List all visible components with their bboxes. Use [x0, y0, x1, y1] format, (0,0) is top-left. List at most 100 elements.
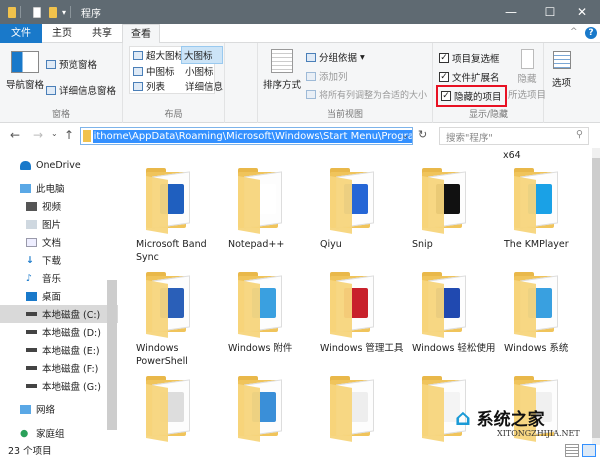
- folder-item[interactable]: Snip: [410, 168, 500, 251]
- address-input[interactable]: ithome\AppData\Roaming\Microsoft\Windows…: [80, 127, 413, 145]
- minimize-button[interactable]: —: [491, 0, 531, 24]
- up-button[interactable]: ↑: [64, 128, 74, 142]
- icon: [306, 52, 316, 62]
- nav-drive-d[interactable]: 本地磁盘 (D:): [26, 323, 101, 341]
- folder-item[interactable]: [318, 376, 408, 445]
- item-count: 23 个项目: [8, 446, 52, 457]
- properties-icon[interactable]: [33, 6, 41, 18]
- quick-access-dropdown-icon[interactable]: ▾: [62, 8, 66, 17]
- details-pane-label: 详细信息窗格: [59, 86, 117, 97]
- layout-large[interactable]: 大图标: [181, 46, 223, 64]
- nav-homegroup[interactable]: ● 家庭组: [20, 424, 65, 442]
- layout-list[interactable]: 列表: [133, 79, 165, 93]
- address-path[interactable]: ithome\AppData\Roaming\Microsoft\Windows…: [92, 129, 412, 143]
- nav-music[interactable]: ♪ 音乐: [26, 269, 61, 287]
- options-button[interactable]: 选项: [552, 51, 571, 89]
- new-folder-icon[interactable]: [49, 6, 57, 18]
- address-dropdown-icon[interactable]: ⌄: [401, 131, 409, 141]
- details-view-button[interactable]: [565, 444, 579, 457]
- layout-medium[interactable]: 中图标: [133, 64, 175, 78]
- hidden-items-toggle[interactable]: ✓ 隐藏的项目: [436, 85, 507, 107]
- file-list: x64 Microsoft Band Sync Notepad++ Qiyu Snip…: [118, 148, 592, 445]
- nav-downloads[interactable]: ↓ 下载: [26, 251, 61, 269]
- checkbox[interactable]: ✓: [439, 72, 449, 82]
- hide-selected-button[interactable]: 隐藏 所选项目: [508, 49, 546, 101]
- tab-share[interactable]: 共享: [82, 24, 122, 43]
- group-label: 窗格: [51, 110, 70, 120]
- nav-pictures[interactable]: 图片: [26, 215, 61, 233]
- checkbox[interactable]: ✓: [441, 91, 451, 101]
- options-icon: [552, 51, 571, 69]
- content-scrollbar-thumb[interactable]: [592, 158, 600, 438]
- nav-this-pc[interactable]: 此电脑: [20, 179, 65, 197]
- label: 小图标: [185, 67, 214, 78]
- search-placeholder: 搜索"程序": [446, 133, 493, 144]
- nav-desktop[interactable]: 桌面: [26, 287, 61, 305]
- layout-small[interactable]: 小图标: [185, 64, 214, 78]
- house-logo-icon: ⌂: [455, 406, 471, 431]
- label: 本地磁盘 (D:): [42, 328, 101, 339]
- nav-videos[interactable]: 视频: [26, 197, 61, 215]
- tab-home[interactable]: 主页: [42, 24, 82, 43]
- folder-name: The KMPlayer: [504, 239, 569, 250]
- sort-by-button[interactable]: 排序方式: [263, 49, 301, 91]
- checkbox[interactable]: ✓: [439, 53, 449, 63]
- folder-item[interactable]: Windows PowerShell: [134, 272, 224, 368]
- folder-item[interactable]: Windows 系统: [502, 272, 592, 355]
- nav-onedrive[interactable]: OneDrive: [20, 156, 81, 174]
- help-icon[interactable]: ?: [585, 27, 597, 39]
- dropdown-icon: ▾: [360, 51, 365, 63]
- label: 将所有列调整为合适的大小: [319, 91, 428, 101]
- collapse-ribbon-icon[interactable]: ^: [570, 27, 578, 37]
- refresh-button[interactable]: ↻: [418, 128, 427, 141]
- folder-icon: [514, 272, 566, 338]
- download-icon: ↓: [26, 254, 34, 266]
- folder-item[interactable]: Windows 附件: [226, 272, 316, 355]
- folder-item[interactable]: Windows 轻松使用: [410, 272, 500, 355]
- nav-drive-c[interactable]: 本地磁盘 (C:): [0, 305, 118, 323]
- folder-item[interactable]: [226, 376, 316, 445]
- folder-item[interactable]: Windows 管理工具: [318, 272, 408, 355]
- label: 文件扩展名: [452, 73, 500, 84]
- folder-item[interactable]: The KMPlayer: [502, 168, 592, 251]
- video-icon: [26, 201, 37, 211]
- back-button[interactable]: ←: [10, 128, 20, 142]
- folder-item[interactable]: [134, 376, 224, 445]
- tab-file[interactable]: 文件: [0, 24, 42, 43]
- search-input[interactable]: 搜索"程序" ⚲: [439, 127, 589, 145]
- add-column-button[interactable]: 添加列: [306, 69, 348, 83]
- label: 下载: [42, 256, 62, 267]
- folder-item[interactable]: Notepad++: [226, 168, 316, 251]
- folder-item[interactable]: Microsoft Band Sync: [134, 168, 224, 264]
- divider: [70, 6, 72, 18]
- icon: [306, 90, 316, 99]
- preview-pane-button[interactable]: 预览窗格: [46, 57, 97, 71]
- nav-drive-g[interactable]: 本地磁盘 (G:): [26, 377, 101, 395]
- icon: [306, 71, 316, 81]
- nav-documents[interactable]: 文档: [26, 233, 61, 251]
- recent-dropdown-icon[interactable]: ⌄: [51, 129, 58, 138]
- nav-drive-f[interactable]: 本地磁盘 (F:): [26, 359, 98, 377]
- details-pane-button[interactable]: 详细信息窗格: [46, 83, 116, 97]
- folder-item[interactable]: Qiyu: [318, 168, 408, 251]
- extensions-toggle[interactable]: ✓ 文件扩展名: [439, 70, 500, 84]
- close-button[interactable]: ✕: [562, 0, 600, 24]
- preview-pane-icon: [46, 59, 56, 69]
- computer-icon: [20, 183, 31, 193]
- preview-pane-label: 预览窗格: [59, 60, 98, 71]
- nav-scrollbar[interactable]: [107, 280, 117, 430]
- size-columns-button[interactable]: 将所有列调整为合适的大小: [306, 88, 427, 101]
- layout-extra-large[interactable]: 超大图标: [133, 48, 184, 62]
- nav-pane-button[interactable]: 导航窗格: [6, 51, 44, 91]
- nav-drive-e[interactable]: 本地磁盘 (E:): [26, 341, 100, 359]
- drive-icon: [26, 348, 37, 352]
- sort-icon: [271, 49, 293, 73]
- large-icons-view-button[interactable]: [582, 444, 596, 457]
- tab-view[interactable]: 查看: [122, 24, 160, 44]
- item-checkbox-toggle[interactable]: ✓ 项目复选框: [439, 51, 500, 65]
- group-by-button[interactable]: 分组依据 ▾: [306, 50, 365, 64]
- layout-details[interactable]: 详细信息: [185, 79, 223, 93]
- nav-network[interactable]: 网络: [20, 400, 55, 418]
- drive-icon: [26, 366, 37, 370]
- forward-button[interactable]: →: [33, 128, 43, 142]
